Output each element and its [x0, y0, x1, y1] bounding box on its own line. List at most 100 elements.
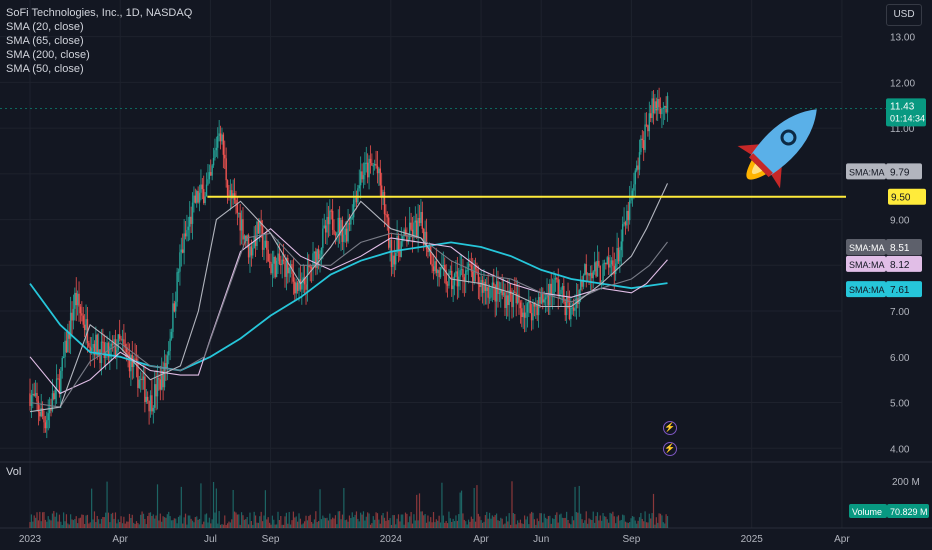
volume-bar	[163, 517, 166, 528]
candle-body	[149, 395, 152, 412]
volume-bar	[207, 522, 209, 528]
candle-body	[553, 279, 555, 295]
chart-legend: SoFi Technologies, Inc., 1D, NASDAQ SMA …	[6, 6, 192, 76]
volume-bar	[518, 522, 520, 528]
lightning-alert-icon[interactable]: ⚡	[663, 442, 677, 456]
volume-bar	[247, 524, 250, 528]
volume-bar	[231, 519, 233, 528]
volume-bar	[563, 518, 565, 528]
currency-button[interactable]: USD	[886, 4, 922, 26]
candle-body	[275, 260, 278, 278]
candle-body	[34, 392, 37, 396]
indicator-sma-50[interactable]: SMA (50, close)	[6, 62, 192, 76]
indicator-sma-20[interactable]: SMA (20, close)	[6, 20, 192, 34]
time-tick-label: Sep	[623, 534, 641, 545]
candle-body	[208, 172, 211, 180]
last-price-value: 11.43	[890, 101, 915, 112]
volume-bar	[334, 515, 337, 528]
candle-body	[554, 277, 557, 280]
symbol-title[interactable]: SoFi Technologies, Inc., 1D, NASDAQ	[6, 6, 192, 20]
volume-bar	[180, 486, 182, 528]
volume-bar	[162, 516, 164, 528]
volume-bar	[273, 519, 275, 528]
price-chart[interactable]: 4.005.006.007.008.009.0010.0011.0012.001…	[0, 0, 932, 550]
volume-bar	[353, 517, 355, 528]
candle-body	[95, 334, 97, 355]
candle-body	[584, 264, 586, 276]
volume-bar	[665, 514, 667, 528]
volume-bar	[375, 512, 377, 528]
volume-bar	[65, 514, 68, 528]
candle-body	[175, 301, 177, 312]
volume-bar	[315, 511, 317, 528]
price-tick-label: 9.00	[890, 216, 910, 227]
candle-body	[236, 203, 239, 213]
volume-bar	[120, 516, 122, 528]
volume-bar	[613, 516, 615, 528]
candle-body	[252, 248, 254, 256]
volume-bar	[221, 524, 223, 528]
candle-body	[568, 302, 571, 320]
volume-bar	[626, 522, 628, 528]
volume-bar	[179, 515, 181, 528]
volume-bar	[445, 520, 447, 528]
volume-bar	[344, 520, 346, 528]
volume-bar	[63, 512, 65, 528]
volume-bar	[596, 512, 599, 528]
candle-body	[134, 358, 136, 360]
volume-bar	[603, 516, 606, 528]
candle-body	[359, 171, 362, 186]
volume-bar	[560, 513, 562, 528]
lightning-icon[interactable]: ⚡	[663, 421, 677, 435]
candle-body	[578, 290, 580, 304]
candle-body	[612, 260, 614, 266]
volume-bar	[280, 516, 282, 528]
volume-bar	[397, 514, 400, 528]
candle-body	[256, 221, 258, 247]
volume-bar	[540, 513, 543, 528]
volume-bar	[110, 513, 112, 528]
candle-body	[76, 293, 79, 306]
candle-body	[387, 217, 390, 248]
volume-bar	[74, 519, 76, 528]
volume-bar	[396, 518, 398, 528]
candle-body	[455, 271, 457, 274]
candle-body	[177, 271, 180, 273]
volume-bar	[378, 519, 380, 528]
volume-bar	[166, 514, 168, 528]
volume-bar	[309, 514, 311, 528]
volume-bar	[270, 524, 272, 528]
candle-body	[79, 306, 82, 314]
volume-bar	[126, 521, 128, 528]
candle-body	[647, 125, 649, 132]
candle-body	[204, 196, 206, 203]
volume-bar	[177, 516, 180, 528]
indicator-sma-65[interactable]: SMA (65, close)	[6, 34, 192, 48]
price-tick-label: 7.00	[890, 307, 910, 318]
volume-bar	[644, 511, 646, 528]
volume-bar	[208, 517, 210, 528]
volume-bar	[58, 514, 61, 528]
volume-bar	[268, 522, 271, 528]
volume-bar	[127, 521, 129, 528]
volume-bar	[383, 517, 386, 528]
candle-body	[570, 307, 572, 320]
volume-bar	[159, 513, 161, 528]
candle-body	[645, 124, 648, 126]
volume-bar	[458, 514, 460, 528]
volume-bar	[516, 520, 519, 528]
candle-body	[431, 264, 433, 267]
volume-bar	[651, 513, 653, 528]
ma-value-label: 9.79	[890, 167, 910, 178]
volume-bar	[95, 522, 97, 528]
indicator-sma-200[interactable]: SMA (200, close)	[6, 48, 192, 62]
volume-bar	[67, 523, 69, 528]
volume-bar	[515, 524, 517, 528]
volume-bar	[257, 522, 259, 528]
volume-bar	[442, 515, 444, 528]
candle-body	[313, 251, 316, 254]
candle-body	[239, 212, 241, 231]
candle-body	[36, 392, 38, 402]
volume-bar	[290, 524, 292, 528]
candle-body	[200, 184, 202, 193]
